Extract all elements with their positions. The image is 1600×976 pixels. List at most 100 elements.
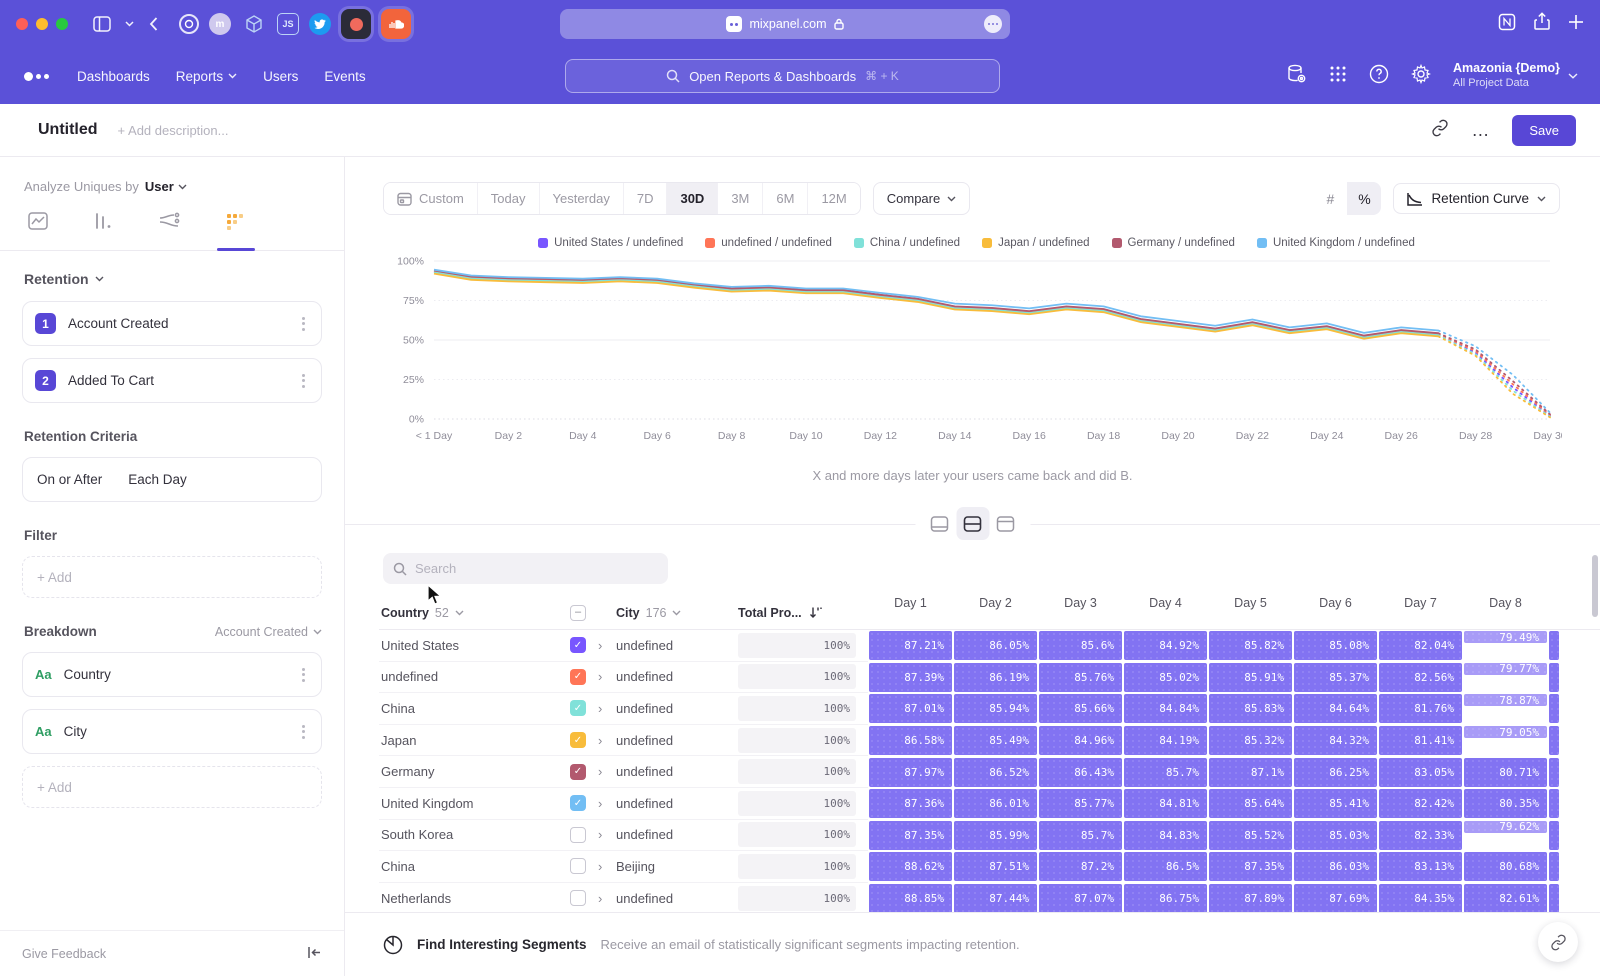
zoom-window-button[interactable] (56, 18, 68, 30)
retention-value-cell[interactable]: 86.58% (869, 726, 952, 755)
range-today[interactable]: Today (478, 183, 540, 214)
retention-value-cell[interactable]: 87.89% (1209, 884, 1292, 912)
retention-value-cell[interactable]: 85.7% (1039, 821, 1122, 850)
favicon-info-icon[interactable] (179, 14, 199, 34)
retention-value-cell[interactable]: 84.64% (1294, 694, 1377, 723)
retention-value-cell[interactable]: 85.64% (1209, 789, 1292, 818)
tab-overview-chevron-icon[interactable] (125, 21, 134, 27)
favicon-soundcloud-icon[interactable] (381, 9, 411, 39)
legend-item[interactable]: China / undefined (854, 237, 960, 249)
retention-value-cell[interactable]: 84.35% (1379, 884, 1462, 912)
retention-value-cell[interactable]: 79.77% (1464, 663, 1547, 675)
retention-value-cell[interactable]: 87.2% (1039, 852, 1122, 881)
day-column-header[interactable]: Day 8 (1463, 596, 1548, 629)
chart-type-selector[interactable]: Retention Curve (1393, 183, 1560, 214)
legend-item[interactable]: undefined / undefined (705, 237, 832, 249)
favicon-m-icon[interactable]: m (209, 13, 231, 35)
notion-extension-icon[interactable] (1498, 13, 1516, 36)
retention-section-header[interactable]: Retention (24, 271, 322, 287)
criteria-interval-selector[interactable]: Each Day (128, 472, 187, 487)
retention-value-cell[interactable]: 87.1% (1209, 758, 1292, 787)
day-column-header[interactable]: Day 5 (1208, 596, 1293, 629)
retention-value-cell[interactable]: 83.05% (1379, 758, 1462, 787)
day-column-header[interactable]: Day 7 (1378, 596, 1463, 629)
legend-item[interactable]: United Kingdom / undefined (1257, 237, 1415, 249)
share-link-fab[interactable] (1538, 922, 1578, 962)
project-switcher[interactable]: Amazonia {Demo} All Project Data (1453, 61, 1578, 90)
retention-value-cell[interactable]: 85.49% (954, 726, 1037, 755)
retention-value-cell[interactable]: 79.49% (1464, 631, 1547, 643)
retention-value-cell[interactable]: 84.32% (1294, 726, 1377, 755)
criteria-mode-selector[interactable]: On or After (37, 472, 102, 487)
favicon-js-icon[interactable]: JS (277, 13, 299, 35)
retention-value-cell[interactable]: 84.81% (1124, 789, 1207, 818)
add-breakdown-button[interactable]: + Add (22, 766, 322, 808)
retention-value-cell[interactable]: 85.66% (1039, 694, 1122, 723)
retention-value-cell[interactable]: 85.76% (1039, 663, 1122, 692)
retention-value-cell[interactable]: 85.08% (1294, 631, 1377, 660)
expand-row-icon[interactable]: › (598, 638, 616, 653)
expand-row-icon[interactable]: › (598, 733, 616, 748)
vertical-scrollbar[interactable] (1592, 555, 1598, 617)
retention-value-cell[interactable]: 82.04% (1379, 631, 1462, 660)
retention-value-cell[interactable]: 85.52% (1209, 821, 1292, 850)
total-column-header[interactable]: Total Pro... (738, 606, 868, 620)
save-button[interactable]: Save (1512, 115, 1576, 146)
range-6m[interactable]: 6M (763, 183, 808, 214)
nav-events[interactable]: Events (324, 69, 365, 84)
retention-value-cell[interactable]: 85.83% (1209, 694, 1292, 723)
retention-step-2[interactable]: 2 Added To Cart (22, 358, 322, 403)
retention-value-cell[interactable]: 87.35% (1209, 852, 1292, 881)
retention-value-cell[interactable]: 86.5% (1124, 852, 1207, 881)
expand-row-icon[interactable]: › (598, 701, 616, 716)
series-checkbox[interactable]: ✓ (570, 669, 586, 685)
close-window-button[interactable] (16, 18, 28, 30)
retention-value-cell[interactable]: 85.7% (1124, 758, 1207, 787)
series-checkbox[interactable]: ✓ (570, 795, 586, 811)
day-column-header[interactable]: Day 3 (1038, 596, 1123, 629)
retention-value-cell[interactable]: 87.35% (869, 821, 952, 850)
retention-value-cell[interactable]: 85.99% (954, 821, 1037, 850)
retention-value-cell[interactable]: 78.87% (1464, 694, 1547, 706)
sidebar-toggle-icon[interactable] (93, 16, 111, 32)
range-30d[interactable]: 30D (667, 183, 718, 214)
view-table-only-button[interactable] (989, 507, 1022, 540)
retention-value-cell[interactable]: 85.37% (1294, 663, 1377, 692)
legend-item[interactable]: Japan / undefined (982, 237, 1089, 249)
give-feedback-link[interactable]: Give Feedback (22, 947, 106, 961)
retention-value-cell[interactable]: 80.35% (1464, 789, 1547, 818)
expand-row-icon[interactable]: › (598, 669, 616, 684)
retention-value-cell[interactable]: 82.33% (1379, 821, 1462, 850)
retention-value-cell[interactable]: 86.05% (954, 631, 1037, 660)
mixpanel-logo[interactable] (24, 72, 49, 81)
retention-value-cell[interactable]: 84.96% (1039, 726, 1122, 755)
retention-value-cell[interactable]: 80.71% (1464, 758, 1547, 787)
segments-title[interactable]: Find Interesting Segments (417, 937, 587, 952)
retention-value-cell[interactable]: 87.21% (869, 631, 952, 660)
series-checkbox[interactable] (570, 890, 586, 906)
retention-value-cell[interactable]: 83.13% (1379, 852, 1462, 881)
retention-value-cell[interactable]: 87.44% (954, 884, 1037, 912)
settings-gear-icon[interactable] (1411, 64, 1431, 89)
legend-item[interactable]: United States / undefined (538, 237, 683, 249)
series-checkbox[interactable] (570, 858, 586, 874)
retention-value-cell[interactable]: 82.56% (1379, 663, 1462, 692)
collapse-sidebar-icon[interactable] (307, 946, 322, 962)
breakdown-city[interactable]: Aa City (22, 709, 322, 754)
day-column-header[interactable]: Day 4 (1123, 596, 1208, 629)
share-icon[interactable] (1534, 12, 1550, 36)
table-search[interactable] (383, 553, 668, 584)
retention-value-cell[interactable]: 84.19% (1124, 726, 1207, 755)
tab-funnels[interactable] (93, 212, 115, 250)
add-filter-button[interactable]: + Add (22, 556, 322, 598)
retention-value-cell[interactable]: 87.01% (869, 694, 952, 723)
retention-value-cell[interactable]: 85.82% (1209, 631, 1292, 660)
retention-value-cell[interactable]: 85.77% (1039, 789, 1122, 818)
retention-value-cell[interactable]: 85.94% (954, 694, 1037, 723)
retention-value-cell[interactable]: 82.61% (1464, 884, 1547, 912)
add-description[interactable]: + Add description... (118, 123, 1432, 138)
copy-link-icon[interactable] (1431, 119, 1449, 142)
view-split-button[interactable] (956, 507, 989, 540)
retention-value-cell[interactable]: 85.03% (1294, 821, 1377, 850)
series-checkbox[interactable]: ✓ (570, 637, 586, 653)
